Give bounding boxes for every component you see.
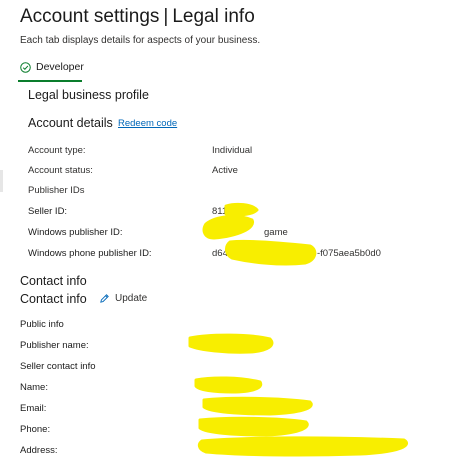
windows-phone-publisher-id-label: Windows phone publisher ID: bbox=[28, 248, 152, 259]
account-status-label: Account status: bbox=[28, 165, 93, 176]
windows-phone-publisher-id-value-start: d64 bbox=[212, 248, 228, 259]
redeem-code-link[interactable]: Redeem code bbox=[118, 118, 177, 129]
account-status-value: Active bbox=[212, 165, 238, 176]
tab-developer-label: Developer bbox=[36, 61, 84, 73]
contact-info-heading: Contact info bbox=[20, 292, 87, 306]
public-info-heading: Public info bbox=[20, 319, 64, 330]
windows-publisher-id-label: Windows publisher ID: bbox=[28, 227, 123, 238]
name-label: Name: bbox=[20, 382, 48, 393]
page-title: Account settings | Legal info bbox=[20, 6, 255, 28]
windows-phone-publisher-id-value-end: -f075aea5b0d0 bbox=[317, 248, 381, 259]
seller-id-label: Seller ID: bbox=[28, 206, 68, 217]
scroll-indicator bbox=[0, 170, 3, 192]
phone-label: Phone: bbox=[20, 424, 51, 435]
check-circle-icon bbox=[20, 61, 31, 73]
update-contact-button[interactable]: Update bbox=[99, 293, 147, 304]
account-type-label: Account type: bbox=[28, 145, 86, 156]
tab-developer[interactable]: Developer bbox=[20, 61, 84, 73]
legal-business-profile-heading: Legal business profile bbox=[28, 88, 149, 102]
contact-info-section-heading: Contact info bbox=[20, 274, 87, 288]
title-separator: | bbox=[163, 6, 169, 27]
tab-selected-indicator bbox=[18, 80, 82, 82]
email-label: Email: bbox=[20, 403, 47, 414]
page-subtitle: Each tab displays details for aspects of… bbox=[20, 35, 261, 46]
update-label: Update bbox=[115, 293, 148, 304]
publisher-ids-heading: Publisher IDs bbox=[28, 185, 85, 196]
account-details-heading: Account details bbox=[28, 116, 113, 130]
pencil-icon bbox=[99, 293, 110, 304]
seller-contact-info-heading: Seller contact info bbox=[20, 361, 96, 372]
account-type-value: Individual bbox=[212, 145, 253, 156]
page-title-main: Account settings bbox=[20, 6, 160, 27]
legal-info-page: Account settings | Legal info Each tab dis… bbox=[0, 0, 474, 469]
publisher-name-label: Publisher name: bbox=[20, 340, 89, 351]
address-label: Address: bbox=[20, 445, 58, 456]
page-title-section: Legal info bbox=[172, 6, 255, 27]
windows-publisher-id-value: game bbox=[264, 227, 288, 238]
seller-id-value: 811 bbox=[212, 206, 228, 217]
